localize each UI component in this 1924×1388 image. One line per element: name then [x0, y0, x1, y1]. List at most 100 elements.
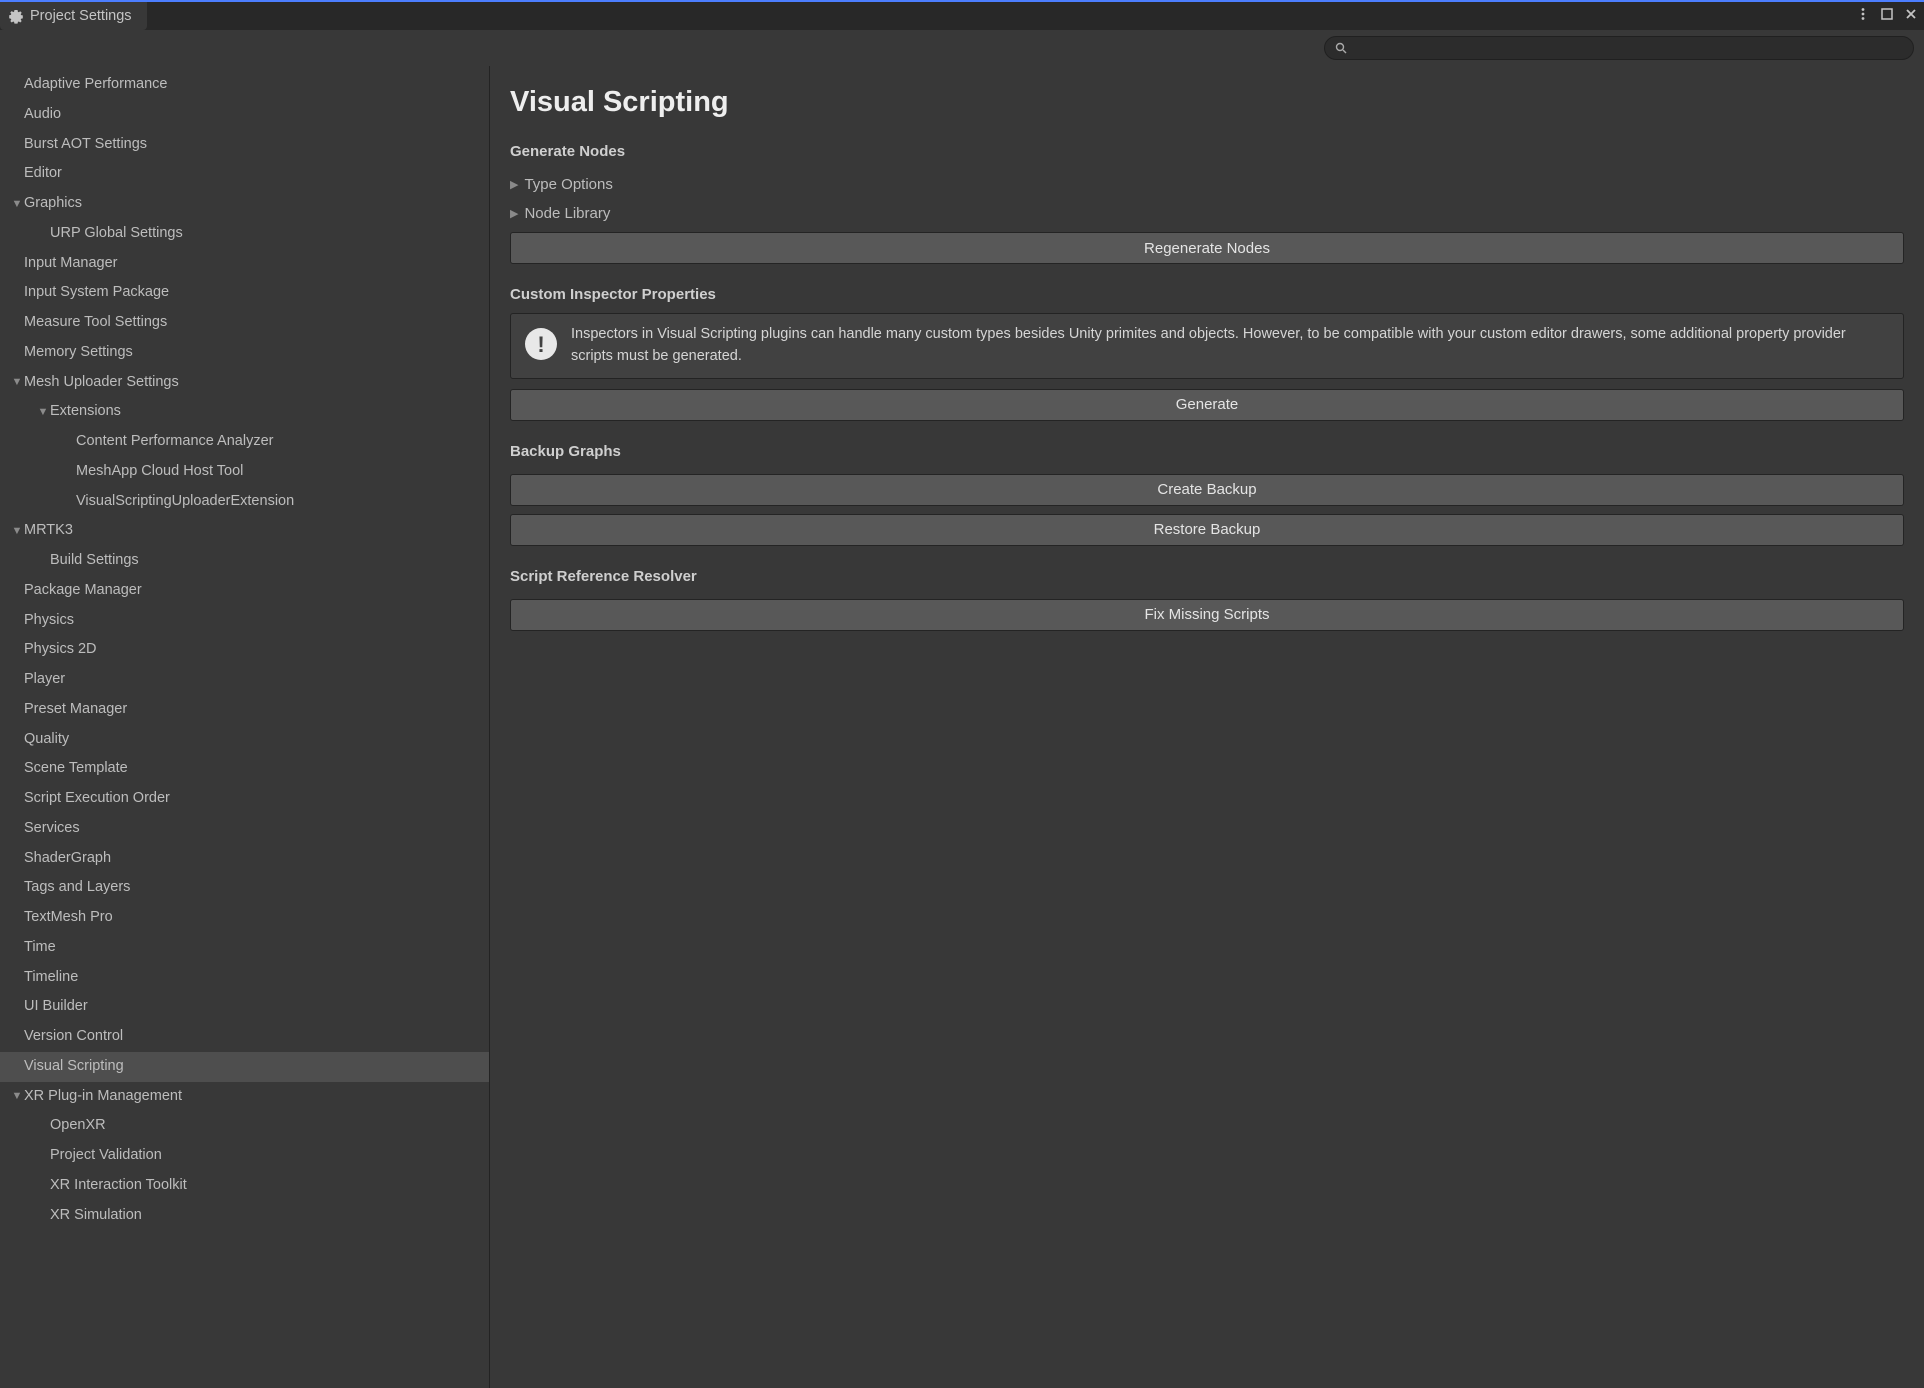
sidebar-item[interactable]: Burst AOT Settings — [0, 130, 489, 160]
sidebar-item[interactable]: TextMesh Pro — [0, 903, 489, 933]
sidebar-item-label: Quality — [24, 729, 69, 751]
sidebar-item[interactable]: Input Manager — [0, 249, 489, 279]
section-script-reference-resolver: Script Reference Resolver — [510, 568, 1904, 585]
chevron-down-icon[interactable]: ▼ — [10, 1088, 24, 1105]
sidebar-item[interactable]: ▼MRTK3 — [0, 516, 489, 546]
sidebar-item[interactable]: XR Interaction Toolkit — [0, 1171, 489, 1201]
sidebar-item-label: Services — [24, 818, 80, 840]
sidebar-item[interactable]: Content Performance Analyzer — [0, 427, 489, 457]
sidebar-item-label: Measure Tool Settings — [24, 312, 167, 334]
sidebar-item-label: XR Simulation — [50, 1205, 142, 1227]
sidebar-item-label: Visual Scripting — [24, 1056, 124, 1078]
settings-content: Visual Scripting Generate Nodes ▶ Type O… — [490, 66, 1924, 1388]
page-title: Visual Scripting — [510, 86, 1904, 119]
regenerate-nodes-button[interactable]: Regenerate Nodes — [510, 232, 1904, 264]
sidebar-item[interactable]: Measure Tool Settings — [0, 308, 489, 338]
sidebar-item-label: XR Plug-in Management — [24, 1086, 182, 1108]
sidebar-item-label: Burst AOT Settings — [24, 134, 147, 156]
settings-sidebar: Adaptive Performance Audio Burst AOT Setti… — [0, 66, 490, 1388]
search-input[interactable] — [1355, 41, 1903, 56]
section-custom-inspector: Custom Inspector Properties — [510, 286, 1904, 303]
sidebar-item-label: Timeline — [24, 967, 78, 989]
sidebar-item[interactable]: Build Settings — [0, 546, 489, 576]
sidebar-item-label: Scene Template — [24, 758, 128, 780]
sidebar-item[interactable]: Input System Package — [0, 278, 489, 308]
sidebar-item[interactable]: VisualScriptingUploaderExtension — [0, 487, 489, 517]
sidebar-item-label: Graphics — [24, 193, 82, 215]
sidebar-item[interactable]: Script Execution Order — [0, 784, 489, 814]
sidebar-item[interactable]: Physics 2D — [0, 635, 489, 665]
chevron-down-icon[interactable]: ▼ — [10, 523, 24, 540]
sidebar-item-label: Tags and Layers — [24, 877, 130, 899]
sidebar-item[interactable]: Package Manager — [0, 576, 489, 606]
sidebar-item[interactable]: Quality — [0, 725, 489, 755]
create-backup-button[interactable]: Create Backup — [510, 474, 1904, 506]
sidebar-item[interactable]: ▼Extensions — [0, 397, 489, 427]
sidebar-item[interactable]: Preset Manager — [0, 695, 489, 725]
sidebar-item[interactable]: XR Simulation — [0, 1201, 489, 1231]
sidebar-item-label: Project Validation — [50, 1145, 162, 1167]
sidebar-item[interactable]: OpenXR — [0, 1111, 489, 1141]
sidebar-item-label: Content Performance Analyzer — [76, 431, 273, 453]
tab-title: Project Settings — [30, 8, 132, 24]
sidebar-item[interactable]: MeshApp Cloud Host Tool — [0, 457, 489, 487]
sidebar-item-label: Build Settings — [50, 550, 139, 572]
sidebar-item-label: Preset Manager — [24, 699, 127, 721]
section-backup-graphs: Backup Graphs — [510, 443, 1904, 460]
sidebar-item-label: ShaderGraph — [24, 848, 111, 870]
search-icon — [1335, 42, 1347, 54]
sidebar-item[interactable]: ▼Mesh Uploader Settings — [0, 368, 489, 398]
sidebar-item[interactable]: ▼Graphics — [0, 189, 489, 219]
sidebar-item[interactable]: Project Validation — [0, 1141, 489, 1171]
sidebar-item[interactable]: Version Control — [0, 1022, 489, 1052]
sidebar-item[interactable]: URP Global Settings — [0, 219, 489, 249]
kebab-menu-icon[interactable] — [1856, 7, 1870, 21]
sidebar-item[interactable]: Physics — [0, 606, 489, 636]
info-box: ! Inspectors in Visual Scripting plugins… — [510, 313, 1904, 379]
sidebar-item[interactable]: Adaptive Performance — [0, 70, 489, 100]
sidebar-item[interactable]: Visual Scripting — [0, 1052, 489, 1082]
sidebar-item[interactable]: Audio — [0, 100, 489, 130]
sidebar-item-label: MeshApp Cloud Host Tool — [76, 461, 243, 483]
sidebar-item-label: Adaptive Performance — [24, 74, 167, 96]
foldout-label: Type Options — [524, 176, 612, 193]
close-icon[interactable] — [1904, 7, 1918, 21]
chevron-down-icon[interactable]: ▼ — [36, 404, 50, 421]
sidebar-item[interactable]: UI Builder — [0, 992, 489, 1022]
sidebar-item[interactable]: Memory Settings — [0, 338, 489, 368]
maximize-icon[interactable] — [1880, 7, 1894, 21]
search-box[interactable] — [1324, 36, 1914, 60]
sidebar-item[interactable]: Time — [0, 933, 489, 963]
sidebar-item-label: Version Control — [24, 1026, 123, 1048]
restore-backup-button[interactable]: Restore Backup — [510, 514, 1904, 546]
generate-button[interactable]: Generate — [510, 389, 1904, 421]
sidebar-item-label: Mesh Uploader Settings — [24, 372, 179, 394]
sidebar-item-label: MRTK3 — [24, 520, 73, 542]
sidebar-item[interactable]: Editor — [0, 159, 489, 189]
info-text: Inspectors in Visual Scripting plugins c… — [571, 324, 1889, 368]
sidebar-item-label: OpenXR — [50, 1115, 106, 1137]
chevron-down-icon[interactable]: ▼ — [10, 196, 24, 213]
chevron-down-icon[interactable]: ▼ — [10, 374, 24, 391]
sidebar-item[interactable]: Player — [0, 665, 489, 695]
sidebar-item[interactable]: Timeline — [0, 963, 489, 993]
sidebar-item[interactable]: ▼XR Plug-in Management — [0, 1082, 489, 1112]
project-settings-tab[interactable]: Project Settings — [0, 2, 147, 30]
sidebar-item-label: Input Manager — [24, 253, 118, 275]
sidebar-item[interactable]: Scene Template — [0, 754, 489, 784]
sidebar-item-label: Physics 2D — [24, 639, 97, 661]
sidebar-item-label: VisualScriptingUploaderExtension — [76, 491, 294, 513]
sidebar-item-label: Script Execution Order — [24, 788, 170, 810]
sidebar-item[interactable]: Tags and Layers — [0, 873, 489, 903]
foldout-type-options[interactable]: ▶ Type Options — [510, 170, 1904, 199]
tab-bar: Project Settings — [0, 0, 1924, 30]
sidebar-item[interactable]: ShaderGraph — [0, 844, 489, 874]
section-generate-nodes: Generate Nodes — [510, 143, 1904, 160]
search-row — [0, 30, 1924, 66]
sidebar-item-label: URP Global Settings — [50, 223, 183, 245]
sidebar-item[interactable]: Services — [0, 814, 489, 844]
sidebar-item-label: UI Builder — [24, 996, 88, 1018]
info-icon: ! — [525, 328, 557, 360]
fix-missing-scripts-button[interactable]: Fix Missing Scripts — [510, 599, 1904, 631]
foldout-node-library[interactable]: ▶ Node Library — [510, 199, 1904, 228]
